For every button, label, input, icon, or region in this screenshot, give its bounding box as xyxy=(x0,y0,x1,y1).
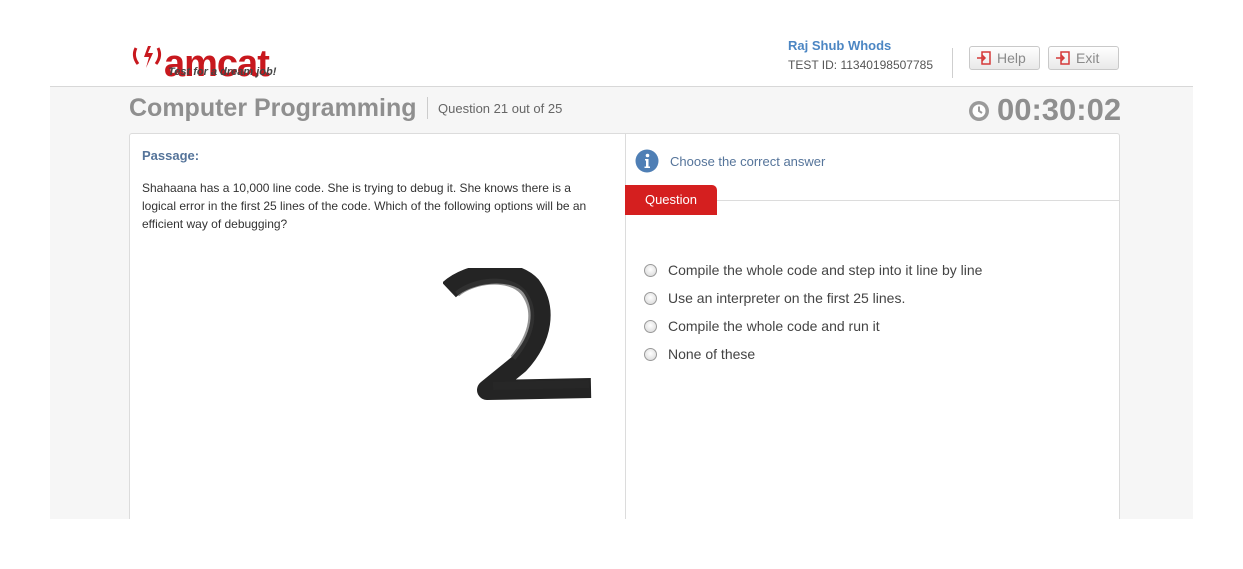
exit-label: Exit xyxy=(1076,50,1100,66)
answer-option[interactable]: None of these xyxy=(644,340,982,368)
question-panel: Passage: Shahaana has a 10,000 line code… xyxy=(129,133,1120,519)
answer-option[interactable]: Compile the whole code and run it xyxy=(644,312,982,340)
help-label: Help xyxy=(997,50,1026,66)
radio-button[interactable] xyxy=(644,347,657,361)
radio-button[interactable] xyxy=(644,319,657,333)
answer-option[interactable]: Compile the whole code and step into it … xyxy=(644,256,982,284)
option-label[interactable]: Use an interpreter on the first 25 lines… xyxy=(668,290,905,306)
option-label[interactable]: None of these xyxy=(668,346,755,362)
radio-button[interactable] xyxy=(644,291,657,305)
exit-door-icon xyxy=(1055,51,1071,65)
option-label[interactable]: Compile the whole code and run it xyxy=(668,318,880,334)
header-divider xyxy=(952,48,953,78)
countdown-timer: 00:30:02 xyxy=(997,92,1122,127)
tab-underline xyxy=(717,200,1119,201)
answer-options: Compile the whole code and step into it … xyxy=(644,256,982,368)
help-button[interactable]: Help xyxy=(969,46,1040,70)
section-title: Computer Programming xyxy=(129,94,417,122)
answer-instruction: Choose the correct answer xyxy=(670,154,826,169)
app-frame: amcat Test for a dream job! Raj Shub Who… xyxy=(50,0,1193,519)
clock-icon xyxy=(968,100,990,127)
amcat-logo: amcat Test for a dream job! xyxy=(130,32,290,83)
tab-question[interactable]: Question xyxy=(625,185,717,215)
logo-tagline: Test for a dream job! xyxy=(168,66,277,78)
top-bar: amcat Test for a dream job! Raj Shub Who… xyxy=(50,0,1193,87)
test-id: TEST ID: 11340198507785 xyxy=(788,58,933,72)
info-icon xyxy=(635,149,659,178)
passage-text: Shahaana has a 10,000 line code. She is … xyxy=(142,181,587,231)
passage-label: Passage: xyxy=(142,148,200,163)
help-door-icon xyxy=(976,51,992,65)
title-divider xyxy=(427,97,428,119)
logo-mark-icon xyxy=(132,46,162,68)
question-counter: Question 21 out of 25 xyxy=(438,101,563,116)
option-label[interactable]: Compile the whole code and step into it … xyxy=(668,262,982,278)
answer-option[interactable]: Use an interpreter on the first 25 lines… xyxy=(644,284,982,312)
candidate-name: Raj Shub Whods xyxy=(788,38,892,53)
radio-button[interactable] xyxy=(644,263,657,277)
handwritten-annotation xyxy=(442,263,593,413)
exit-button[interactable]: Exit xyxy=(1048,46,1119,70)
